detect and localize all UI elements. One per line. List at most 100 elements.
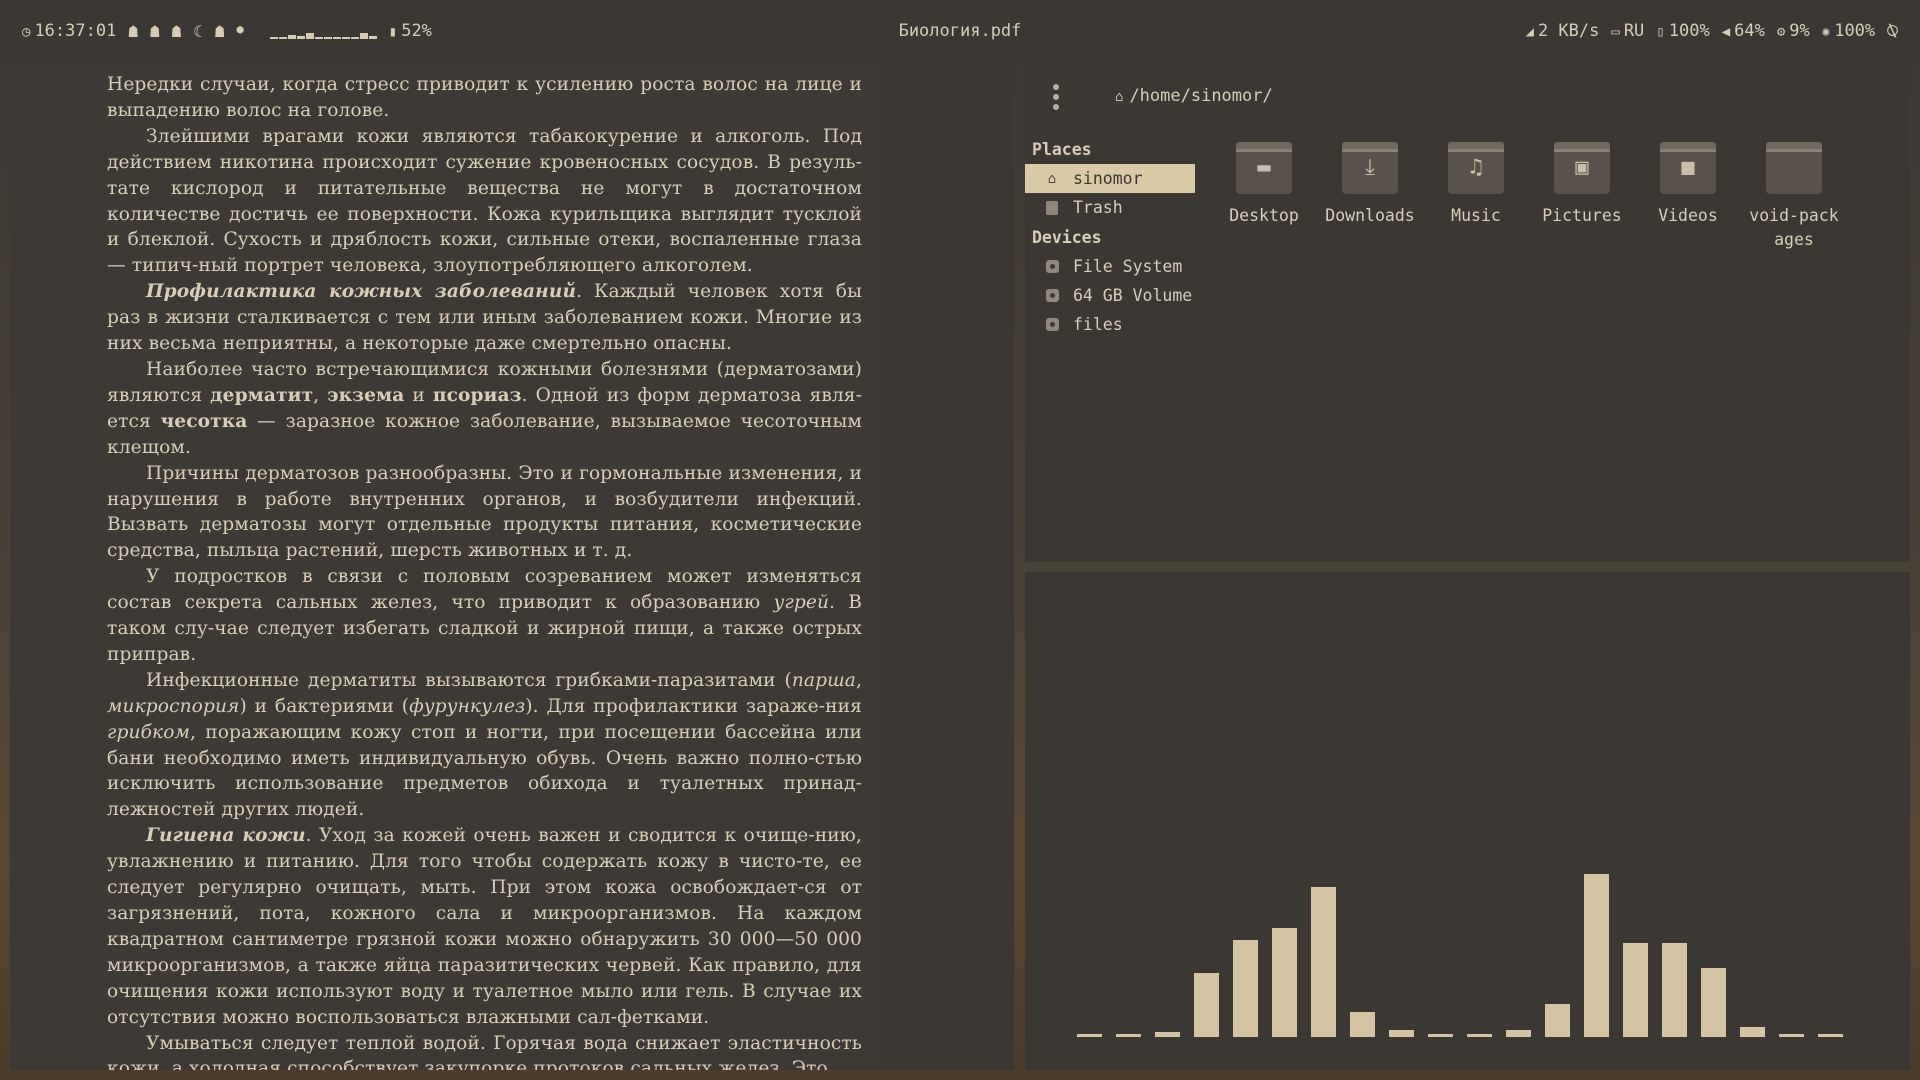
sidebar-item-64-gb-volume[interactable]: 64 GB Volume (1025, 281, 1195, 310)
menu-icon[interactable] (1053, 84, 1059, 114)
sidebar-item-file-system[interactable]: File System (1025, 252, 1195, 281)
visualizer-bar (1155, 1032, 1180, 1037)
workspace-list: ☗ ☗ ☗ ☾ ☗ ● (128, 22, 243, 41)
sidebar-item-trash[interactable]: Trash (1025, 193, 1195, 222)
network[interactable]: ◢ 2 KB/s (1526, 21, 1600, 41)
sidebar-item-files[interactable]: files (1025, 310, 1195, 339)
disk-icon (1045, 289, 1059, 303)
ghost-icon[interactable]: ☗ (172, 22, 182, 41)
visualizer-bar (1194, 973, 1219, 1037)
folder-videos[interactable]: ■ Videos (1635, 142, 1741, 252)
ghost-icon[interactable]: ☗ (215, 22, 225, 41)
folder-desktop[interactable]: ▬ Desktop (1211, 142, 1317, 252)
devices-list: File System 64 GB Volume files (1025, 252, 1195, 339)
sparkline-bar (341, 37, 350, 39)
folder-downloads[interactable]: ⤓ Downloads (1317, 142, 1423, 252)
folder-icon (1766, 142, 1822, 194)
sidebar-item-label: 64 GB Volume (1073, 286, 1193, 305)
location-path[interactable]: ⌂ /home/sinomor/ (1115, 86, 1273, 106)
folder-music[interactable]: ♫ Music (1423, 142, 1529, 252)
volume[interactable]: ◀ 64% (1722, 21, 1765, 41)
chip-icon: ⚙ (1776, 24, 1786, 40)
signal-icon: ◢ (1525, 24, 1534, 40)
folder-label: void-packages (1749, 206, 1839, 249)
visualizer-bar (1428, 1034, 1453, 1037)
sparkline-bar (278, 37, 287, 39)
home-icon: ⌂ (1115, 89, 1124, 105)
visualizer-canvas (1077, 874, 1843, 1037)
file-manager-window: ⌂ /home/sinomor/ Places ⌂ sinomor Trash Dev… (1025, 64, 1910, 562)
sparkline-bar (287, 35, 296, 39)
pdf-page: Нередки случаи, когда стресс приводит к … (10, 64, 880, 1070)
status-left: ◷ 16:37:01 ☗ ☗ ☗ ☾ ☗ ● ▮ 52% (22, 21, 432, 41)
battery-status: ▯ 100% (1656, 21, 1710, 41)
folder-label: Videos (1658, 206, 1718, 225)
sparkline-bar (314, 37, 323, 39)
pdf-viewer[interactable]: Нередки случаи, когда стресс приводит к … (10, 64, 1014, 1070)
visualizer-bar (1116, 1034, 1141, 1037)
devices-heading: Devices (1032, 228, 1102, 247)
sparkline-bar (368, 36, 377, 39)
pdf-paragraph: Наиболее часто встречающимися кожными бо… (107, 358, 863, 458)
visualizer-bar (1311, 887, 1336, 1037)
path-bar: ⌂ /home/sinomor/ (1025, 64, 1910, 122)
moon-icon[interactable]: ☾ (193, 22, 203, 41)
status-right: ◢ 2 KB/s ▭ RU ▯ 100% ◀ 64% ⚙ 9% ✺ 100% ⍉ (1526, 21, 1898, 42)
folder-label: Music (1451, 206, 1501, 225)
folder-void-packages[interactable]: void-packages (1741, 142, 1847, 252)
visualizer-bar (1272, 928, 1297, 1037)
music-icon: ♫ (1448, 142, 1504, 194)
brightness[interactable]: ✺ 100% (1822, 21, 1875, 41)
disk-icon (1045, 260, 1059, 274)
notifications-off-icon[interactable]: ⍉ (1887, 21, 1898, 42)
keyboard-icon: ▭ (1611, 24, 1620, 40)
folder-pictures[interactable]: ▣ Pictures (1529, 142, 1635, 252)
pdf-paragraph: Злейшими врагами кожи являются табакокур… (107, 125, 862, 277)
sidebar-item-label: File System (1073, 257, 1183, 276)
visualizer-bar (1701, 968, 1726, 1037)
sidebar-item-sinomor[interactable]: ⌂ sinomor (1025, 164, 1195, 193)
dot-icon[interactable]: ● (237, 22, 244, 41)
visualizer-bar (1350, 1012, 1375, 1037)
pdf-paragraph: У подростков в связи с половым созревани… (107, 566, 862, 665)
sun-icon: ✺ (1821, 24, 1831, 40)
sparkline-bar (323, 37, 332, 39)
battery-icon: ▮ (388, 24, 398, 40)
pdf-paragraph: Инфекционные дерматиты вызываются грибка… (107, 669, 862, 821)
visualizer-bar (1623, 943, 1648, 1037)
battery: ▮ 52% (389, 21, 432, 41)
pdf-paragraph: Гигиена кожи. Уход за кожей очень важен … (107, 825, 862, 1028)
cpu-sparkline (269, 23, 377, 39)
path-label: /home/sinomor/ (1129, 86, 1273, 106)
pdf-paragraph: Профилактика кожных заболеваний. Каждый … (107, 281, 862, 355)
visualizer-bar (1818, 1034, 1843, 1037)
visualizer-bar (1662, 943, 1687, 1037)
sparkline-bar (269, 37, 278, 39)
picture-icon: ▣ (1554, 142, 1610, 194)
sidebar-item-label: sinomor (1073, 169, 1143, 188)
ghost-icon[interactable]: ☗ (150, 22, 160, 41)
sparkline-bar (296, 36, 305, 39)
disk-icon (1045, 318, 1059, 332)
keyboard-layout[interactable]: ▭ RU (1611, 21, 1644, 41)
visualizer-bar (1545, 1004, 1570, 1037)
visualizer-bar (1389, 1030, 1414, 1037)
video-icon: ■ (1660, 142, 1716, 194)
cpu-usage: ⚙ 9% (1776, 21, 1810, 41)
download-icon: ⤓ (1342, 142, 1398, 194)
speaker-icon: ◀ (1721, 24, 1731, 40)
folder-grid: ▬ Desktop ⤓ Downloads ♫ Music ▣ Pictures ■ Videos… (1211, 142, 1847, 252)
pdf-paragraph: Нередки случаи, когда стресс приводит к … (107, 74, 862, 121)
visualizer-bar (1467, 1034, 1492, 1037)
clock: ◷ 16:37:01 (22, 21, 116, 41)
ghost-icon[interactable]: ☗ (128, 22, 138, 41)
folder-label: Desktop (1229, 206, 1299, 225)
visualizer-bar (1740, 1027, 1765, 1037)
battery-icon: ▯ (1656, 24, 1665, 40)
top-status-bar: ◷ 16:37:01 ☗ ☗ ☗ ☾ ☗ ● ▮ 52% Биология.pdf ◢ 2 KB… (10, 10, 1910, 52)
folder-label: Downloads (1325, 206, 1415, 225)
window-title: Биология.pdf (898, 21, 1022, 41)
visualizer-bar (1506, 1030, 1531, 1037)
sparkline-bar (359, 33, 368, 39)
home-icon: ⌂ (1047, 170, 1057, 187)
